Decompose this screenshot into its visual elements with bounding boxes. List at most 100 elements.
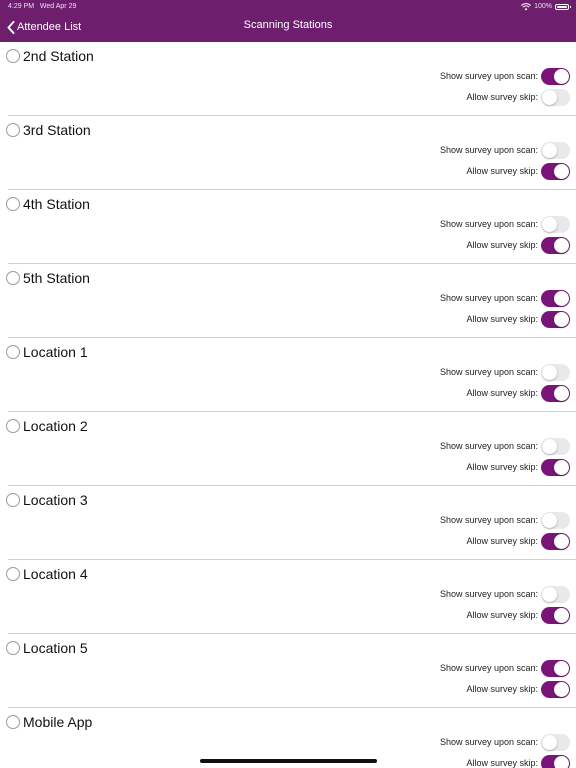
show-survey-toggle[interactable] bbox=[541, 67, 570, 85]
allow-skip-toggle[interactable] bbox=[541, 236, 570, 254]
show-survey-toggle[interactable] bbox=[541, 215, 570, 233]
show-survey-setting: Show survey upon scan: bbox=[440, 659, 570, 677]
status-date: Wed Apr 29 bbox=[39, 3, 77, 10]
station-row: 2nd Station Show survey upon scan: Allow s… bbox=[0, 42, 576, 116]
allow-skip-setting: Allow survey skip: bbox=[466, 606, 570, 624]
toggle-knob bbox=[542, 216, 557, 232]
station-select-radio[interactable] bbox=[6, 641, 20, 655]
station-list: 2nd Station Show survey upon scan: Allow s… bbox=[0, 42, 576, 768]
allow-skip-setting: Allow survey skip: bbox=[466, 680, 570, 698]
toggle-knob bbox=[554, 237, 569, 253]
battery-icon bbox=[555, 3, 571, 10]
show-survey-toggle[interactable] bbox=[541, 289, 570, 307]
station-row: Location 2 Show survey upon scan: Allow su… bbox=[0, 412, 576, 486]
toggle-knob bbox=[554, 660, 569, 676]
show-survey-label: Show survey upon scan: bbox=[439, 515, 538, 525]
show-survey-toggle[interactable] bbox=[541, 585, 570, 603]
allow-skip-setting: Allow survey skip: bbox=[466, 310, 570, 328]
status-bar: 4:29 PM Wed Apr 29 100% bbox=[0, 0, 576, 13]
toggle-knob bbox=[542, 512, 557, 528]
show-survey-setting: Show survey upon scan: bbox=[440, 215, 570, 233]
show-survey-label: Show survey upon scan: bbox=[439, 145, 538, 155]
station-name: Location 4 bbox=[23, 566, 88, 582]
allow-skip-toggle[interactable] bbox=[541, 384, 570, 402]
show-survey-setting: Show survey upon scan: bbox=[440, 437, 570, 455]
station-row: 4th Station Show survey upon scan: Allow s… bbox=[0, 190, 576, 264]
status-indicators: 100% bbox=[521, 0, 571, 13]
toggle-knob bbox=[554, 68, 569, 84]
station-select-radio[interactable] bbox=[6, 567, 20, 581]
station-select-radio[interactable] bbox=[6, 197, 20, 211]
allow-skip-setting: Allow survey skip: bbox=[466, 754, 570, 768]
allow-skip-setting: Allow survey skip: bbox=[466, 458, 570, 476]
station-name: 5th Station bbox=[23, 270, 90, 286]
station-row: Location 3 Show survey upon scan: Allow su… bbox=[0, 486, 576, 560]
show-survey-toggle[interactable] bbox=[541, 659, 570, 677]
station-name: Location 1 bbox=[23, 344, 88, 360]
allow-skip-toggle[interactable] bbox=[541, 532, 570, 550]
battery-percent: 100% bbox=[534, 3, 552, 10]
allow-skip-toggle[interactable] bbox=[541, 680, 570, 698]
show-survey-toggle[interactable] bbox=[541, 437, 570, 455]
toggle-knob bbox=[542, 734, 557, 750]
scanning-stations-screen: 4:29 PM Wed Apr 29 100% Attendee List Sc… bbox=[0, 0, 576, 768]
allow-skip-label: Allow survey skip: bbox=[466, 314, 538, 324]
allow-skip-label: Allow survey skip: bbox=[466, 92, 538, 102]
show-survey-label: Show survey upon scan: bbox=[439, 219, 538, 229]
show-survey-setting: Show survey upon scan: bbox=[440, 733, 570, 751]
station-select-radio[interactable] bbox=[6, 345, 20, 359]
show-survey-toggle[interactable] bbox=[541, 733, 570, 751]
toggle-knob bbox=[554, 163, 569, 179]
allow-skip-toggle[interactable] bbox=[541, 310, 570, 328]
station-name: Location 3 bbox=[23, 492, 88, 508]
page-title: Scanning Stations bbox=[243, 19, 333, 31]
allow-skip-toggle[interactable] bbox=[541, 754, 570, 768]
allow-skip-setting: Allow survey skip: bbox=[466, 88, 570, 106]
station-name: Location 5 bbox=[23, 640, 88, 656]
show-survey-label: Show survey upon scan: bbox=[439, 663, 538, 673]
toggle-knob bbox=[542, 89, 557, 105]
allow-skip-toggle[interactable] bbox=[541, 162, 570, 180]
station-name: 3rd Station bbox=[23, 122, 91, 138]
toggle-knob bbox=[554, 385, 569, 401]
show-survey-setting: Show survey upon scan: bbox=[440, 67, 570, 85]
show-survey-label: Show survey upon scan: bbox=[439, 71, 538, 81]
allow-skip-label: Allow survey skip: bbox=[466, 684, 538, 694]
station-select-radio[interactable] bbox=[6, 419, 20, 433]
show-survey-toggle[interactable] bbox=[541, 141, 570, 159]
station-row: Location 4 Show survey upon scan: Allow su… bbox=[0, 560, 576, 634]
allow-skip-label: Allow survey skip: bbox=[466, 536, 538, 546]
station-row: Location 5 Show survey upon scan: Allow su… bbox=[0, 634, 576, 708]
allow-skip-toggle[interactable] bbox=[541, 88, 570, 106]
toggle-knob bbox=[554, 533, 569, 549]
toggle-knob bbox=[542, 438, 557, 454]
show-survey-label: Show survey upon scan: bbox=[439, 367, 538, 377]
show-survey-label: Show survey upon scan: bbox=[439, 737, 538, 747]
station-select-radio[interactable] bbox=[6, 123, 20, 137]
show-survey-setting: Show survey upon scan: bbox=[440, 289, 570, 307]
station-name: Mobile App bbox=[23, 714, 93, 730]
station-name: 4th Station bbox=[23, 196, 90, 212]
wifi-icon bbox=[521, 2, 532, 10]
show-survey-setting: Show survey upon scan: bbox=[440, 141, 570, 159]
navigation-bar: 4:29 PM Wed Apr 29 100% Attendee List Sc… bbox=[0, 0, 576, 42]
station-select-radio[interactable] bbox=[6, 493, 20, 507]
toggle-knob bbox=[554, 755, 569, 768]
show-survey-toggle[interactable] bbox=[541, 511, 570, 529]
toggle-knob bbox=[554, 290, 569, 306]
toggle-knob bbox=[542, 142, 557, 158]
station-select-radio[interactable] bbox=[6, 49, 20, 63]
allow-skip-setting: Allow survey skip: bbox=[466, 384, 570, 402]
allow-skip-toggle[interactable] bbox=[541, 458, 570, 476]
show-survey-toggle[interactable] bbox=[541, 363, 570, 381]
status-time-date: 4:29 PM Wed Apr 29 bbox=[8, 0, 76, 13]
station-select-radio[interactable] bbox=[6, 715, 20, 729]
show-survey-label: Show survey upon scan: bbox=[439, 441, 538, 451]
allow-skip-setting: Allow survey skip: bbox=[466, 162, 570, 180]
show-survey-setting: Show survey upon scan: bbox=[440, 511, 570, 529]
allow-skip-setting: Allow survey skip: bbox=[466, 236, 570, 254]
show-survey-setting: Show survey upon scan: bbox=[440, 363, 570, 381]
allow-skip-toggle[interactable] bbox=[541, 606, 570, 624]
station-name: Location 2 bbox=[23, 418, 88, 434]
station-select-radio[interactable] bbox=[6, 271, 20, 285]
